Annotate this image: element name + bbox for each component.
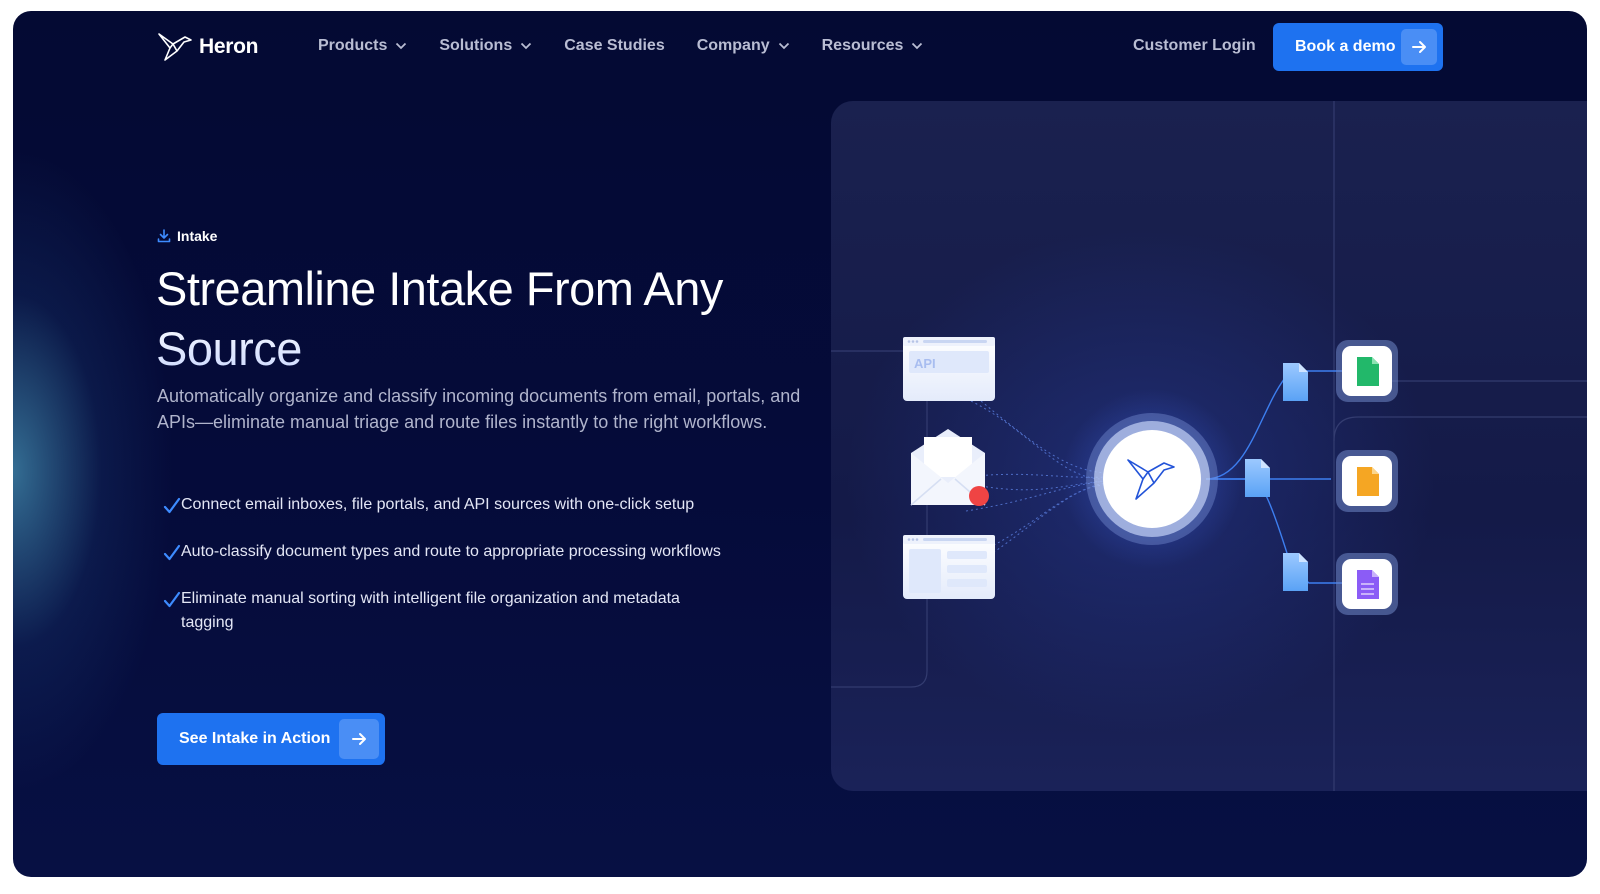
book-demo-label: Book a demo (1295, 38, 1396, 55)
nav-case-studies[interactable]: Case Studies (564, 37, 664, 55)
arrow-right-icon (339, 719, 379, 759)
nav-resources-label: Resources (821, 37, 904, 54)
hero-subtitle: Automatically organize and classify inco… (157, 386, 801, 432)
chevron-down-icon (912, 42, 923, 50)
heron-bird-icon (158, 33, 192, 61)
nav-solutions[interactable]: Solutions (439, 37, 532, 55)
hero-title: Streamline Intake From Any Source (156, 259, 836, 379)
heron-hub (1062, 389, 1242, 569)
intake-flow-diagram: API (831, 101, 1587, 791)
nav-company-label: Company (696, 37, 770, 54)
feature-item: Eliminate manual sorting with intelligen… (163, 587, 723, 635)
api-label: API (914, 356, 936, 371)
page-frame: Heron Products Solutions Case Studies Co… (13, 11, 1587, 877)
feature-text: Connect email inboxes, file portals, and… (181, 496, 695, 513)
output-document-tile (1336, 450, 1398, 512)
chevron-down-icon (521, 42, 532, 50)
feature-item: Connect email inboxes, file portals, and… (163, 493, 723, 517)
brand-name: Heron (199, 35, 259, 58)
feature-list: Connect email inboxes, file portals, and… (163, 493, 723, 658)
output-report-tile (1336, 553, 1398, 615)
nav-products-label: Products (318, 37, 388, 54)
routed-document-icon (1245, 459, 1270, 497)
checkmark-icon (163, 544, 181, 561)
chevron-down-icon (778, 42, 789, 50)
nav-products[interactable]: Products (318, 37, 407, 55)
nav-solutions-label: Solutions (439, 37, 513, 54)
top-nav: Heron Products Solutions Case Studies Co… (13, 11, 1587, 85)
nav-case-studies-label: Case Studies (564, 37, 665, 54)
see-intake-button[interactable]: See Intake in Action (157, 713, 385, 765)
eyebrow-label: Intake (177, 228, 218, 244)
brand-logo[interactable]: Heron (157, 31, 258, 63)
routed-document-icon (1283, 553, 1308, 591)
book-demo-button[interactable]: Book a demo (1273, 23, 1443, 71)
output-spreadsheet-tile (1336, 340, 1398, 402)
api-source-card: API (903, 337, 995, 401)
checkmark-icon (163, 497, 181, 514)
nav-company[interactable]: Company (697, 37, 790, 55)
eyebrow-tag: Intake (157, 228, 217, 244)
intake-illustration: API (831, 101, 1587, 791)
see-intake-label: See Intake in Action (179, 730, 331, 747)
feature-item: Auto-classify document types and route t… (163, 540, 723, 564)
checkmark-icon (163, 591, 181, 608)
download-tray-icon (157, 229, 171, 243)
email-envelope-icon (910, 429, 989, 506)
feature-text: Auto-classify document types and route t… (181, 543, 721, 560)
portal-source-card (903, 535, 995, 599)
feature-text: Eliminate manual sorting with intelligen… (181, 590, 680, 631)
arrow-right-icon (1401, 29, 1437, 65)
nav-resources[interactable]: Resources (822, 37, 924, 55)
main-menu: Products Solutions Case Studies Company … (318, 37, 923, 55)
routed-document-icon (1283, 363, 1308, 401)
notification-dot (969, 486, 989, 506)
chevron-down-icon (396, 42, 407, 50)
customer-login-link[interactable]: Customer Login (1133, 37, 1256, 55)
